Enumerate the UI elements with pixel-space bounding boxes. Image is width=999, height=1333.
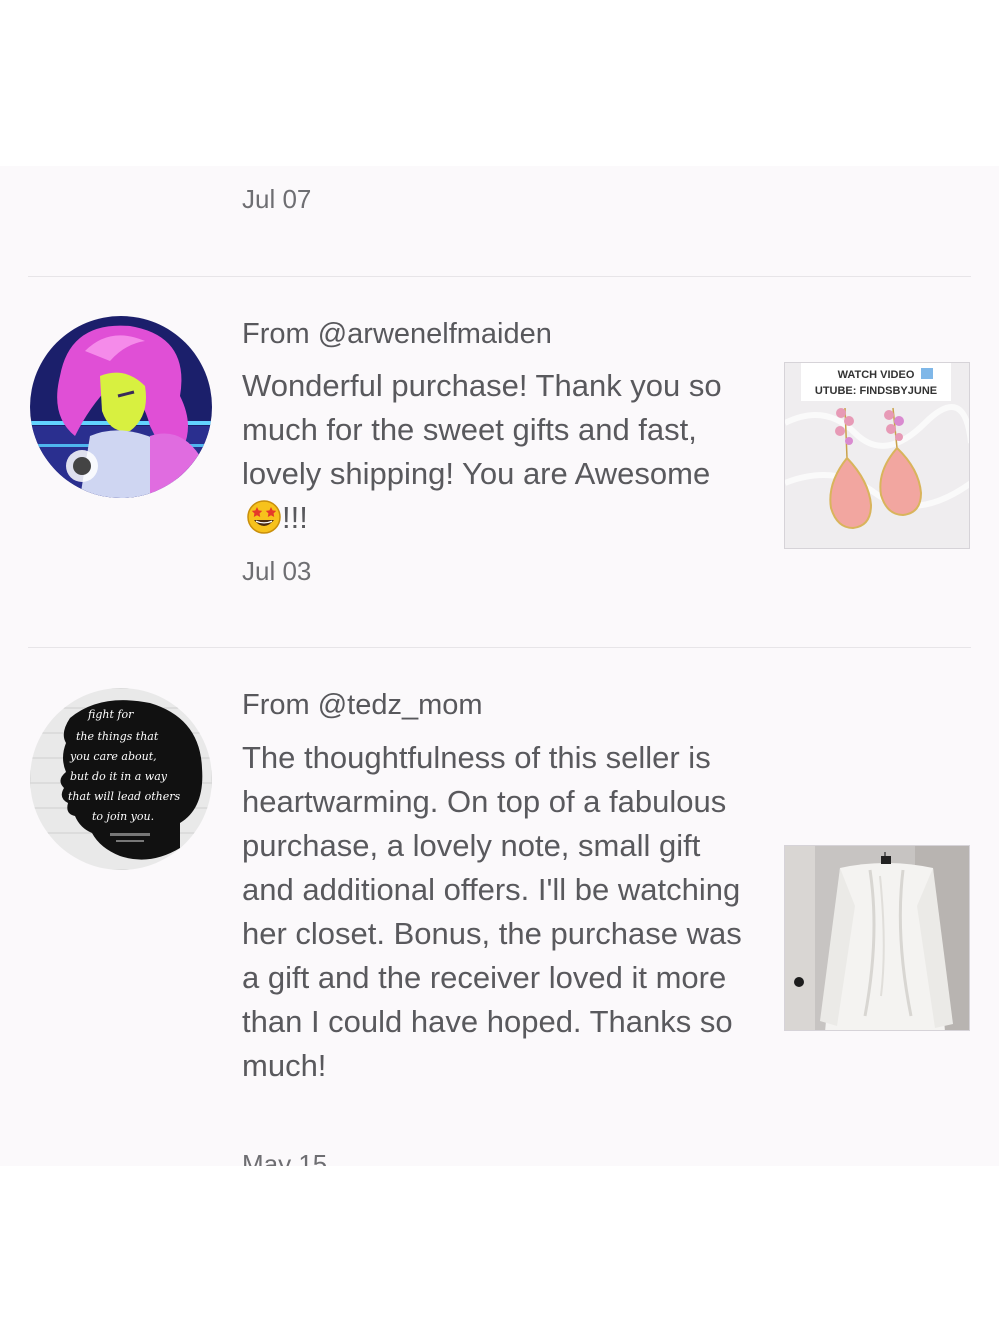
- white-draped-cardigan-photo: [785, 846, 969, 1030]
- silhouette-quote-avatar: fight for the things that you care about…: [30, 688, 212, 870]
- screenshot-page: Jul 07 From @arwenelfmaiden Wonderful pu…: [0, 0, 999, 1333]
- reviewer-avatar[interactable]: [30, 316, 212, 498]
- divider: [28, 647, 971, 648]
- star-struck-emoji: [247, 500, 281, 534]
- divider: [28, 276, 971, 277]
- review-text-part: Wonderful purchase! Thank you so much fo…: [242, 368, 722, 491]
- reviewer-handle[interactable]: From @tedz_mom: [242, 689, 483, 722]
- pink-teardrop-earrings-photo: WATCH VIDEO UTUBE: FINDSBYJUNE: [785, 363, 969, 548]
- listing-thumbnail[interactable]: [784, 845, 970, 1031]
- review-text: Wonderful purchase! Thank you so much fo…: [242, 364, 747, 540]
- review-date: Jul 03: [242, 556, 312, 586]
- review-text: The thoughtfulness of this seller is hea…: [242, 740, 742, 1083]
- reviewer-handle[interactable]: From @arwenelfmaiden: [242, 318, 552, 351]
- reviewer-avatar[interactable]: fight for the things that you care about…: [30, 688, 212, 870]
- avatar-quote-line: to join you.: [92, 810, 154, 823]
- avatar-quote-line: fight for: [87, 708, 134, 721]
- anime-character-pink-hair-avatar: [30, 316, 212, 498]
- review-date: May 15: [242, 1149, 328, 1166]
- listing-thumbnail[interactable]: WATCH VIDEO UTUBE: FINDSBYJUNE: [784, 362, 970, 549]
- avatar-quote-line: the things that: [76, 730, 159, 743]
- avatar-quote-line: you care about,: [69, 750, 157, 763]
- avatar-quote-line: that will lead others: [68, 790, 180, 803]
- review-text-part: !!!: [282, 500, 308, 535]
- thumbnail-overlay-line2: UTUBE: FINDSBYJUNE: [815, 385, 937, 397]
- review-feed: Jul 07 From @arwenelfmaiden Wonderful pu…: [0, 166, 999, 1166]
- review-date: Jul 07: [242, 184, 312, 214]
- thumbnail-overlay-line1: WATCH VIDEO: [838, 369, 915, 381]
- avatar-quote-line: but do it in a way: [70, 770, 168, 783]
